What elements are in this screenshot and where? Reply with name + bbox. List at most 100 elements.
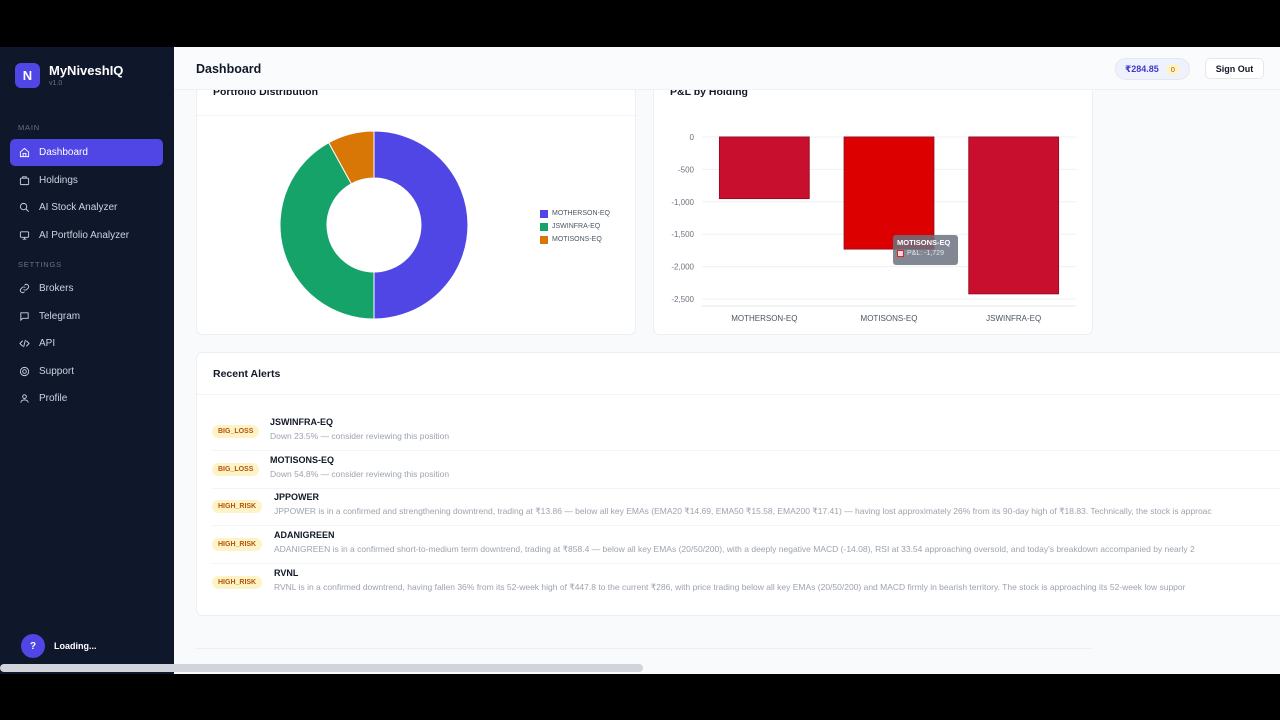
tooltip-title: MOTISONS-EQ: [897, 238, 951, 247]
pnl-bar-chart: 0 -500 -1,000 -1,500 -2,000 -2,500 MOTHERSON-E…: [671, 133, 1076, 323]
sidebar-item-brokers[interactable]: Brokers: [10, 275, 163, 302]
sidebar-item-label: API: [39, 338, 56, 349]
card-divider: [197, 394, 1280, 395]
legend-item-motherson-eq[interactable]: MOTHERSON-EQ: [540, 207, 610, 220]
legend-label: MOTISONS-EQ: [552, 236, 602, 243]
sidebar: N MyNiveshIQ v1.0 MAIN Dashboard Holding…: [0, 47, 174, 674]
sidebar-item-label: Brokers: [39, 283, 74, 294]
sidebar-item-label: Dashboard: [39, 147, 88, 158]
y-tick-label: -500: [678, 165, 695, 174]
donut-slice-motherson-eq[interactable]: [373, 130, 469, 320]
code-icon: [19, 339, 30, 348]
balance-badge: 0: [1165, 63, 1180, 75]
sidebar-item-label: Telegram: [39, 310, 81, 322]
alert-description: JPPOWER is in a confirmed and strengthen…: [274, 506, 1212, 516]
brand-name: MyNiveshIQ: [49, 63, 124, 78]
legend-label: MOTHERSON-EQ: [552, 210, 610, 217]
brand-logo: N: [15, 63, 40, 88]
app-frame: N MyNiveshIQ v1.0 MAIN Dashboard Holding…: [0, 47, 1280, 674]
legend-item-motisons-eq[interactable]: MOTISONS-EQ: [540, 233, 610, 246]
alert-symbol: MOTISONS-EQ: [270, 455, 335, 465]
alert-row[interactable]: HIGH_RISK RVNL RVNL is in a confirmed do…: [212, 565, 1280, 602]
search-icon: [19, 202, 29, 212]
portfolio-donut-chart: [279, 130, 469, 320]
card-divider: [197, 115, 637, 116]
alert-badge: BIG_LOSS: [212, 425, 260, 438]
legend-swatch: [540, 209, 548, 218]
settings-section-label: SETTINGS: [18, 260, 62, 269]
y-tick-label: -1,500: [671, 230, 694, 239]
legend-item-jswinfra-eq[interactable]: JSWINFRA-EQ: [540, 220, 610, 233]
help-button[interactable]: ?: [21, 634, 45, 658]
alert-row[interactable]: BIG_LOSS JSWINFRA-EQ Down 23.5% — consid…: [212, 414, 1280, 451]
balance-value: ₹284.85: [1125, 63, 1159, 74]
bar-motherson-eq[interactable]: [718, 136, 810, 200]
recent-alerts-title: Recent Alerts: [213, 368, 281, 380]
briefcase-icon: [19, 175, 30, 185]
alert-badge: HIGH_RISK: [212, 576, 263, 589]
sidebar-item-label: Support: [39, 365, 75, 377]
user-icon: [20, 394, 29, 403]
alert-row[interactable]: BIG_LOSS MOTISONS-EQ Down 54.8% — consid…: [212, 452, 1280, 489]
sidebar-item-label: Profile: [39, 393, 68, 404]
sidebar-item-profile[interactable]: Profile: [10, 385, 163, 412]
alert-description: Down 23.5% — consider reviewing this pos…: [270, 431, 450, 441]
alert-badge: BIG_LOSS: [212, 463, 260, 476]
alert-symbol: JSWINFRA-EQ: [270, 417, 333, 427]
home-icon: [19, 147, 30, 158]
alert-symbol: JPPOWER: [274, 492, 320, 502]
chat-icon: [20, 311, 29, 321]
tooltip-value: P&L: -1,729: [907, 250, 944, 257]
legend-swatch: [540, 222, 548, 231]
sidebar-item-support[interactable]: Support: [10, 358, 163, 385]
chart-tooltip: MOTISONS-EQ P&L: -1,729: [893, 235, 958, 265]
footer-divider: [195, 648, 1092, 649]
sidebar-item-dashboard[interactable]: Dashboard: [10, 139, 163, 166]
tooltip-swatch: [897, 250, 904, 257]
lifebuoy-icon: [19, 366, 30, 376]
link-icon: [19, 283, 30, 294]
legend-swatch: [540, 235, 548, 244]
bottom-letterbox: [0, 674, 1280, 720]
sidebar-item-ai-stock-analyzer[interactable]: AI Stock Analyzer: [10, 194, 163, 221]
sidebar-item-label: AI Portfolio Analyzer: [39, 229, 130, 241]
sidebar-item-telegram[interactable]: Telegram: [10, 303, 163, 330]
alert-description: RVNL is in a confirmed downtrend, having…: [274, 582, 1186, 592]
bar-motisons-eq[interactable]: [843, 136, 935, 250]
sidebar-footer: ? Loading...: [21, 634, 97, 658]
sidebar-item-label: AI Stock Analyzer: [39, 202, 118, 213]
legend-label: JSWINFRA-EQ: [552, 223, 601, 230]
x-tick-label: MOTISONS-EQ: [861, 314, 918, 323]
y-tick-label: 0: [690, 133, 695, 142]
sidebar-item-holdings[interactable]: Holdings: [10, 167, 163, 194]
settings-nav: Brokers Telegram API Support Profile: [10, 275, 163, 413]
brand[interactable]: N MyNiveshIQ v1.0: [15, 63, 123, 88]
x-tick-label: JSWINFRA-EQ: [986, 314, 1041, 323]
x-tick-label: MOTHERSON-EQ: [731, 314, 797, 323]
top-header: Dashboard ₹284.85 0 Sign Out: [174, 47, 1280, 90]
loading-status: Loading...: [54, 641, 97, 651]
alert-row[interactable]: HIGH_RISK ADANIGREEN ADANIGREEN is in a …: [212, 527, 1280, 564]
horizontal-scrollbar[interactable]: [0, 664, 643, 672]
alert-symbol: RVNL: [274, 568, 299, 578]
y-tick-label: -1,000: [671, 198, 694, 207]
alert-description: Down 54.8% — consider reviewing this pos…: [270, 469, 450, 479]
main-section-label: MAIN: [18, 123, 40, 132]
top-letterbox: [0, 0, 1280, 47]
main-nav: Dashboard Holdings AI Stock Analyzer AI …: [10, 139, 163, 249]
portfolio-legend: MOTHERSON-EQ JSWINFRA-EQ MOTISONS-EQ: [540, 207, 610, 246]
alert-description: ADANIGREEN is in a confirmed short-to-me…: [274, 544, 1195, 554]
bar-jswinfra-eq[interactable]: [968, 136, 1060, 295]
alert-badge: HIGH_RISK: [212, 538, 263, 551]
page-title: Dashboard: [196, 62, 262, 76]
monitor-icon: [19, 230, 30, 240]
sidebar-item-ai-portfolio-analyzer[interactable]: AI Portfolio Analyzer: [10, 222, 163, 249]
sign-out-button[interactable]: Sign Out: [1205, 58, 1264, 79]
sidebar-item-label: Holdings: [39, 174, 78, 186]
alert-row[interactable]: HIGH_RISK JPPOWER JPPOWER is in a confir…: [212, 489, 1280, 526]
sidebar-item-api[interactable]: API: [10, 330, 163, 357]
alert-symbol: ADANIGREEN: [274, 530, 335, 540]
brand-version: v1.0: [49, 80, 63, 87]
balance-pill[interactable]: ₹284.85 0: [1115, 58, 1190, 80]
tooltip-body: P&L: -1,729: [897, 250, 954, 257]
